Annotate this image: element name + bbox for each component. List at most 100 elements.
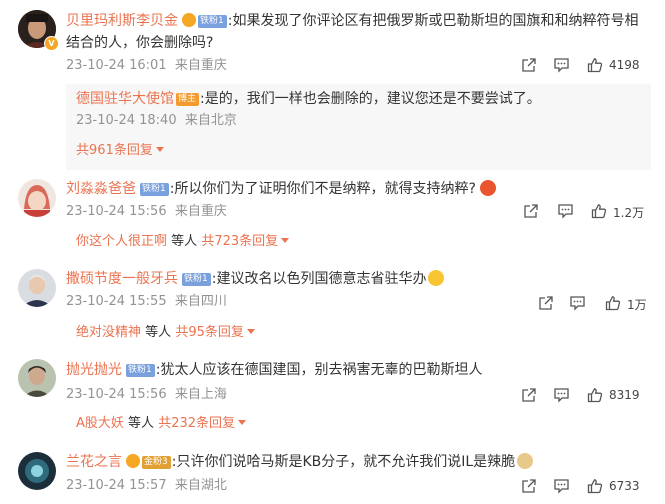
share-icon [522,388,536,402]
avatar-image [18,452,56,490]
reply-time: 23-10-24 18:40 [76,113,177,128]
comment-button[interactable] [553,387,570,405]
comment-meta: 23-10-24 15:56 来自重庆 [66,203,227,221]
like-button[interactable]: 6733 [587,478,640,496]
replies-toggle[interactable]: 你这个人很正啊 等人 共723条回复 [76,233,290,251]
share-icon [522,58,536,72]
reply-location: 来自北京 [184,113,237,128]
replies-count-link: 共95条回复 [175,325,244,340]
avatar[interactable] [18,269,56,307]
comment-item: 抛光抛光 铁粉1:犹太人应该在德国建国，别去祸害无辜的巴勒斯坦人 23-10-24… [0,350,665,440]
like-count: 4198 [609,58,640,72]
comment-button[interactable] [557,203,574,221]
replier-suffix: 等人 [171,234,198,249]
comment-icon [554,388,569,403]
comment-meta: 23-10-24 16:01 来自重庆 [66,57,227,75]
share-icon [539,296,553,310]
replier-name[interactable]: 绝对没精神 [76,325,141,340]
comment-button[interactable] [553,478,570,496]
replier-name[interactable]: 你这个人很正啊 [76,234,167,249]
replies-count-link: 共961条回复 [76,143,153,158]
comment-time: 23-10-24 15:56 [66,204,167,219]
comment-time: 23-10-24 15:55 [66,294,167,309]
share-icon [524,204,538,218]
replier-suffix: 等人 [128,416,155,431]
fan-badge: 铁粉1 [140,183,169,196]
comment-actions: 4198 [521,57,651,75]
comment-text: :所以你们为了证明你们不是纳粹，就得支持纳粹? [169,181,476,197]
user-name[interactable]: 撒硕节度一般牙兵 [66,271,178,287]
comment-button[interactable] [569,295,586,313]
like-count: 1.2万 [613,206,645,220]
replies-toggle[interactable]: A股大妖 等人 共232条回复 [76,415,247,433]
comment-actions: 1万 [538,295,651,313]
replies-count-link: 共723条回复 [201,234,279,249]
comment-meta: 23-10-24 15:57 来自湖北 [66,477,227,495]
replies-toggle[interactable]: 绝对没精神 等人 共95条回复 [76,324,255,342]
comment-icon [554,58,569,73]
like-button[interactable]: 8319 [587,387,640,405]
share-button[interactable] [538,295,554,313]
replies-toggle[interactable]: 共961条回复 [76,142,164,160]
comment-time: 23-10-24 15:57 [66,478,167,493]
avatar[interactable] [18,359,56,397]
comment-item: 撒硕节度一般牙兵 铁粉1:建议改名以色列国德意志省驻华办 23-10-24 15:… [0,260,665,350]
like-button[interactable]: 4198 [587,57,640,75]
user-name[interactable]: 兰花之言 [66,454,122,470]
user-name[interactable]: 刘淼淼爸爸 [66,181,136,197]
comment-item: 刘淼淼爸爸 铁粉1:所以你们为了证明你们不是纳粹，就得支持纳粹? 23-10-24… [0,170,665,260]
reply-box: 德国驻华大使馆 博主:是的，我们一样也会删除的，建议您还是不要尝试了。 23-10… [66,84,651,170]
comment-icon [554,479,569,494]
reward-icon [182,13,196,27]
comment-meta: 23-10-24 15:55 来自四川 [66,293,227,311]
share-button[interactable] [521,57,537,75]
like-button[interactable]: 1万 [605,295,647,313]
comment-location: 来自湖北 [174,478,227,493]
blogger-badge: 博主 [176,93,200,106]
dropdown-triangle-icon [281,238,290,243]
share-button[interactable] [523,203,539,221]
comment-text: :建议改名以色列国德意志省驻华办 [211,271,427,287]
user-name[interactable]: 抛光抛光 [66,362,122,378]
avatar[interactable] [18,179,56,217]
comment-actions: 8319 [521,387,651,405]
comment-location: 来自重庆 [174,204,227,219]
like-button[interactable]: 1.2万 [591,203,644,221]
reply-user-name[interactable]: 德国驻华大使馆 [76,91,174,107]
replier-name[interactable]: A股大妖 [76,416,124,431]
comment-location: 来自重庆 [174,58,227,73]
reply-meta: 23-10-24 18:40 来自北京 [76,112,237,130]
comment-time: 23-10-24 15:56 [66,387,167,402]
fan-badge: 铁粉1 [182,273,211,286]
comment-icon [570,296,585,311]
fan-badge: 铁粉1 [126,364,155,377]
comment-location: 来自上海 [174,387,227,402]
verified-icon: V [44,36,59,51]
dropdown-triangle-icon [155,147,164,152]
reply-text: :是的，我们一样也会删除的，建议您还是不要尝试了。 [200,91,541,107]
comment-text-line: 撒硕节度一般牙兵 铁粉1:建议改名以色列国德意志省驻华办 [66,268,651,290]
fan-badge: 金粉3 [142,456,171,469]
comment-text-line: 抛光抛光 铁粉1:犹太人应该在德国建国，别去祸害无辜的巴勒斯坦人 [66,359,651,381]
comment-text-line: 刘淼淼爸爸 铁粉1:所以你们为了证明你们不是纳粹，就得支持纳粹? [66,178,651,200]
comment-button[interactable] [553,57,570,75]
like-count: 8319 [609,388,640,402]
comment-text-line: 贝里玛利斯李贝金 铁粉1:如果发现了你评论区有把俄罗斯或巴勒斯坦的国旗和和纳粹符号… [66,10,651,54]
reward-icon [126,454,140,468]
like-icon [587,479,603,494]
comment-item: V 贝里玛利斯李贝金 铁粉1:如果发现了你评论区有把俄罗斯或巴勒斯坦的国旗和和纳粹… [0,0,665,175]
like-icon [591,204,607,219]
share-button[interactable] [521,478,537,496]
avatar-image [18,359,56,397]
share-button[interactable] [521,387,537,405]
dropdown-triangle-icon [238,420,247,425]
avatar-image [18,269,56,307]
share-icon [522,479,536,493]
comment-text: :犹太人应该在德国建国，别去祸害无辜的巴勒斯坦人 [155,362,483,378]
comment-icon [558,204,573,219]
like-count: 6733 [609,479,640,493]
avatar[interactable] [18,452,56,490]
comment-text: :只许你们说哈马斯是KB分子，就不允许我们说IL是辣脆 [171,454,516,470]
user-name[interactable]: 贝里玛利斯李贝金 [66,13,178,29]
comment-item: 兰花之言 金粉3:只许你们说哈马斯是KB分子，就不允许我们说IL是辣脆 23-10… [0,440,665,504]
